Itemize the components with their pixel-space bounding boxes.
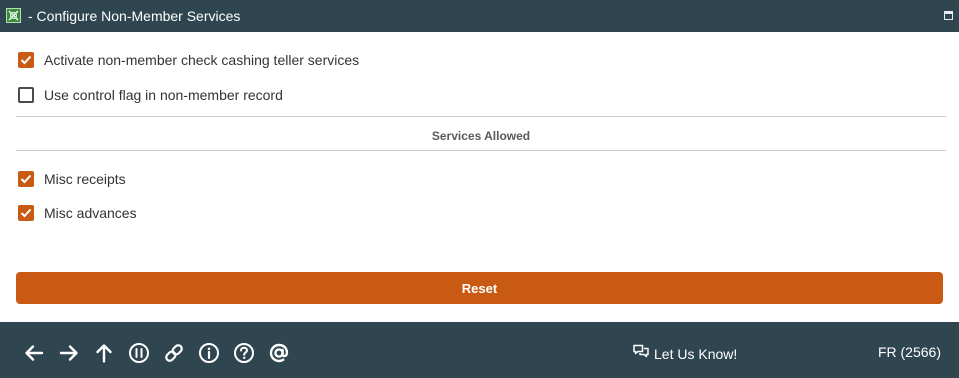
checkbox-unchecked-icon[interactable] [18,86,34,103]
section-divider-bottom [16,150,946,151]
activate-services-label: Activate non-member check cashing teller… [44,51,360,68]
misc-advances-label: Misc advances [44,204,137,221]
checkbox-checked-icon[interactable] [18,170,34,187]
chat-bubbles-icon [632,343,650,364]
arrow-left-icon[interactable] [23,342,45,364]
info-icon[interactable] [198,342,220,364]
misc-advances-checkbox[interactable]: Misc advances [18,204,137,221]
footer-toolbar: Let Us Know! FR (2566) [0,322,959,378]
misc-receipts-label: Misc receipts [44,170,126,187]
user-code: FR (2566) [877,344,941,360]
help-icon[interactable] [233,342,255,364]
arrow-right-icon[interactable] [58,342,80,364]
window-title: - Configure Non-Member Services [28,8,241,24]
app-logo-icon [6,8,21,23]
misc-receipts-checkbox[interactable]: Misc receipts [18,170,126,187]
let-us-know-label: Let Us Know! [654,345,738,362]
pause-icon[interactable] [128,342,150,364]
checkbox-checked-icon[interactable] [18,204,34,221]
maximize-button[interactable] [944,11,953,20]
reset-button[interactable]: Reset [16,272,943,304]
services-allowed-title: Services Allowed [431,129,531,143]
control-flag-label: Use control flag in non-member record [44,86,283,103]
section-divider-top [16,116,946,117]
link-icon[interactable] [163,342,185,364]
at-icon[interactable] [268,342,290,364]
control-flag-checkbox[interactable]: Use control flag in non-member record [18,86,283,103]
title-bar: - Configure Non-Member Services [0,0,959,32]
activate-services-checkbox[interactable]: Activate non-member check cashing teller… [18,51,359,68]
arrow-up-icon[interactable] [93,342,115,364]
checkbox-checked-icon[interactable] [18,51,34,68]
let-us-know-button[interactable]: Let Us Know! [632,343,737,364]
